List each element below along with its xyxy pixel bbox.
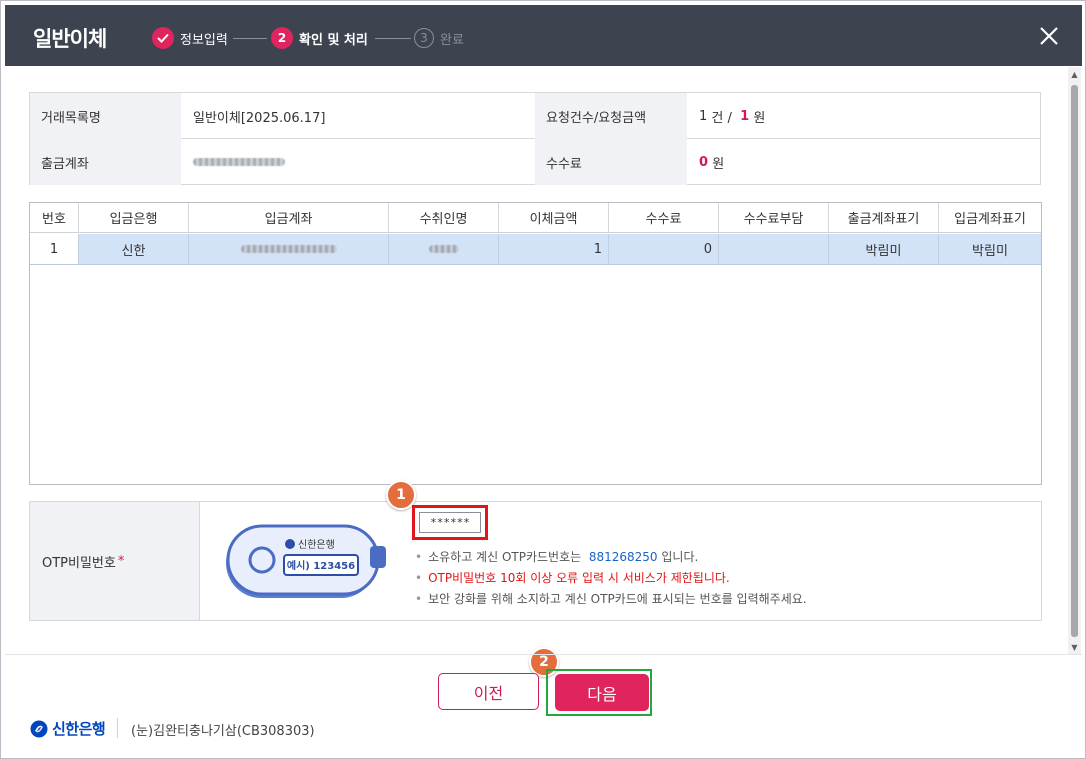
withdraw-memo: 박림미	[829, 234, 939, 264]
summary-row: 거래목록명 일반이체[2025.06.17] 요청건수/요청금액 1 건 / 1…	[30, 93, 1040, 139]
otp-section: OTP비밀번호* 신한은행 예시) 123456 •소유하고 계신 OTP카드번…	[29, 501, 1042, 621]
col-header: 입금은행	[79, 203, 189, 232]
col-header: 수수료	[609, 203, 719, 232]
fee-label: 수수료	[535, 139, 687, 185]
vertical-scrollbar[interactable]: ▲ ▼	[1068, 67, 1081, 654]
otp-input-highlight	[412, 505, 488, 540]
transfer-grid: 번호 입금은행 입금계좌 수취인명 이체금액 수수료 수수료부담 출금계좌표기 …	[29, 202, 1042, 485]
company-info: (눈)김완티충나기삼(CB308303)	[131, 724, 315, 739]
transfer-amount: 1	[499, 234, 609, 264]
col-header: 수수료부담	[719, 203, 829, 232]
otp-note-3: • 보안 강화를 위해 소지하고 계신 OTP카드에 표시되는 번호를 입력해주세…	[415, 592, 807, 606]
step-connector	[375, 38, 411, 39]
fee-value: 0 원	[687, 139, 1041, 185]
step-2-number: 2	[271, 27, 293, 49]
shinhan-logo-icon	[30, 720, 48, 737]
step-3: 3 완료	[414, 26, 464, 50]
request-amount-unit: 원	[753, 110, 766, 126]
step-1: 정보입력	[152, 26, 228, 50]
otp-card-icon: 신한은행 예시) 123456	[226, 524, 386, 598]
step-3-label: 완료	[440, 32, 464, 48]
otp-label-text: OTP비밀번호	[42, 555, 116, 571]
col-header: 출금계좌표기	[829, 203, 939, 232]
step-1-label: 정보입력	[180, 32, 228, 48]
step-2: 2 확인 및 처리	[271, 26, 368, 50]
col-header: 번호	[30, 203, 79, 232]
grid-header: 번호 입금은행 입금계좌 수취인명 이체금액 수수료 수수료부담 출금계좌표기 …	[30, 203, 1041, 233]
col-header: 수취인명	[389, 203, 499, 232]
otp-note-1: • 소유하고 계신 OTP카드번호는 881268250 입니다.	[415, 550, 699, 564]
otp-note-2: • OTP비밀번호 10회 이상 오류 입력 시 서비스가 제한됩니다.	[415, 571, 730, 585]
masked-name	[428, 245, 459, 253]
col-header: 입금계좌표기	[954, 212, 1026, 227]
request-amount: 1	[740, 108, 750, 124]
masked-account	[193, 158, 285, 166]
step-connector	[233, 38, 267, 39]
fee-amount: 0	[699, 154, 709, 170]
transfer-summary-table: 거래목록명 일반이체[2025.06.17] 요청건수/요청금액 1 건 / 1…	[29, 92, 1041, 185]
request-count: 1	[699, 108, 708, 124]
otp-card-number: 881268250	[588, 550, 658, 564]
table-row[interactable]: 1 신한 1 0 박림미 박림미	[30, 234, 1041, 265]
request-value: 1 건 / 1 원	[687, 93, 1041, 139]
col-header: 입금계좌	[189, 203, 389, 232]
otp-card-example: 예시) 123456	[287, 559, 355, 572]
next-button-highlight: 다음	[546, 669, 652, 716]
otp-notes: • 소유하고 계신 OTP카드번호는 881268250 입니다. • OTP비밀번…	[415, 547, 807, 610]
dialog-title: 일반이체	[33, 27, 107, 51]
shinhan-logo: 신한은행	[30, 718, 106, 739]
check-icon	[152, 27, 174, 49]
fee-burden	[719, 234, 829, 264]
trade-list-value: 일반이체[2025.06.17]	[193, 110, 326, 126]
summary-row: 출금계좌 수수료 0 원	[30, 139, 1040, 185]
annotation-badge-1: 1	[386, 480, 416, 510]
bank-name: 신한은행	[52, 720, 106, 738]
withdraw-account-value	[181, 139, 535, 185]
request-count-unit: 건 /	[711, 110, 732, 126]
scroll-up-icon[interactable]: ▲	[1068, 67, 1081, 81]
deposit-account	[189, 234, 389, 264]
recipient-name	[389, 234, 499, 264]
masked-account	[240, 245, 337, 253]
deposit-bank: 신한	[79, 234, 189, 264]
otp-card-bank: 신한은행	[298, 539, 335, 551]
scroll-thumb[interactable]	[1071, 85, 1078, 637]
otp-password-input[interactable]	[419, 512, 481, 533]
required-mark: *	[117, 553, 125, 569]
otp-label: OTP비밀번호 *	[30, 502, 200, 620]
close-icon[interactable]	[1038, 25, 1060, 47]
scroll-down-icon[interactable]: ▼	[1068, 640, 1081, 654]
footer-separator	[117, 718, 118, 738]
previous-button[interactable]: 이전	[438, 673, 539, 710]
col-header: 이체금액	[499, 203, 609, 232]
dialog-header: 일반이체 정보입력 2 확인 및 처리 3 완료	[5, 5, 1082, 66]
step-3-number: 3	[414, 28, 434, 48]
transfer-dialog: 일반이체 정보입력 2 확인 및 처리 3 완료 ▲ ▼ 거래목록명 일반이체[…	[0, 0, 1086, 759]
withdraw-account-label: 출금계좌	[30, 139, 181, 185]
next-button[interactable]: 다음	[555, 674, 649, 711]
step-2-label: 확인 및 처리	[299, 32, 368, 48]
deposit-memo: 박림미	[972, 243, 1008, 259]
fee-cell: 0	[609, 234, 719, 264]
request-label: 요청건수/요청금액	[535, 93, 687, 139]
trade-list-label: 거래목록명	[30, 93, 181, 139]
row-number: 1	[30, 234, 79, 264]
footer-divider-line	[5, 654, 1082, 655]
fee-unit: 원	[712, 156, 725, 172]
